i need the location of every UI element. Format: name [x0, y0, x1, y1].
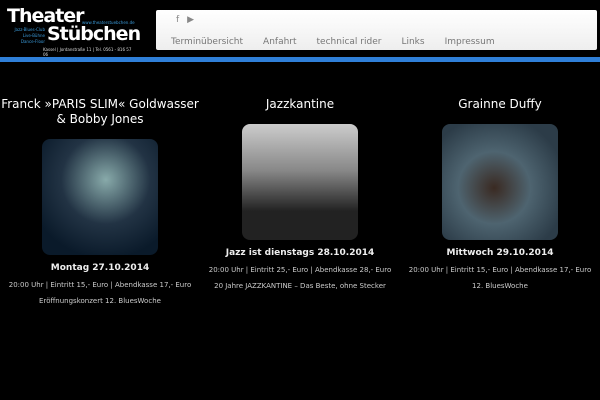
event-title[interactable]: Grainne Duffy — [400, 97, 600, 127]
menu-item-anfahrt[interactable]: Anfahrt — [263, 37, 296, 47]
site-logo[interactable]: Theater www.theaterstuebchen.de Jazz-Blu… — [5, 5, 141, 57]
social-links: f ▶ — [176, 15, 194, 25]
event-title[interactable]: Jazzkantine — [200, 97, 400, 127]
event-image[interactable] — [242, 124, 358, 240]
accent-bar — [0, 57, 600, 62]
event-price: 20:00 Uhr | Eintritt 25,- Euro | Abendka… — [208, 266, 392, 274]
event-card: Franck »PARIS SLIM« Goldwasser & Bobby J… — [0, 97, 200, 309]
event-note: Eröffnungskonzert 12. BluesWoche — [39, 297, 161, 305]
logo-tag: Dance-Floor — [20, 39, 45, 44]
event-price: 20:00 Uhr | Eintritt 15,- Euro | Abendka… — [8, 281, 192, 289]
event-price: 20:00 Uhr | Eintritt 15,- Euro | Abendka… — [408, 266, 592, 274]
event-info: 20:00 Uhr | Eintritt 15,- Euro | Abendka… — [0, 277, 200, 309]
logo-tags: Jazz-Blues-Club Live-Bühne Dance-Floor — [9, 27, 46, 45]
main-menu: Terminübersicht Anfahrt technical rider … — [171, 37, 515, 47]
logo-line2: Stübchen — [47, 23, 141, 45]
youtube-icon[interactable]: ▶ — [187, 15, 194, 25]
menu-item-impressum[interactable]: Impressum — [445, 37, 495, 47]
event-info: 20:00 Uhr | Eintritt 25,- Euro | Abendka… — [200, 262, 400, 294]
menu-item-links[interactable]: Links — [401, 37, 424, 47]
event-info: 20:00 Uhr | Eintritt 15,- Euro | Abendka… — [400, 262, 600, 294]
event-date: Jazz ist dienstags 28.10.2014 — [225, 248, 375, 258]
event-date: Montag 27.10.2014 — [50, 263, 150, 273]
event-date: Mittwoch 29.10.2014 — [446, 248, 554, 258]
event-image[interactable] — [42, 139, 158, 255]
facebook-icon[interactable]: f — [176, 15, 179, 25]
event-image[interactable] — [442, 124, 558, 240]
menu-item-termine[interactable]: Terminübersicht — [171, 37, 243, 47]
event-card: Jazzkantine Jazz ist dienstags 28.10.201… — [200, 97, 400, 294]
event-note: 20 Jahre JAZZKANTINE – Das Beste, ohne S… — [214, 282, 386, 290]
event-title[interactable]: Franck »PARIS SLIM« Goldwasser & Bobby J… — [0, 97, 200, 127]
navigation-bar: f ▶ Terminübersicht Anfahrt technical ri… — [156, 10, 597, 50]
logo-address: Kassel | Jordanstraße 11 | Tel. 0561 - 8… — [43, 47, 132, 57]
menu-item-technical-rider[interactable]: technical rider — [317, 37, 382, 47]
event-card: Grainne Duffy Mittwoch 29.10.2014 20:00 … — [400, 97, 600, 294]
event-note: 12. BluesWoche — [472, 282, 528, 290]
